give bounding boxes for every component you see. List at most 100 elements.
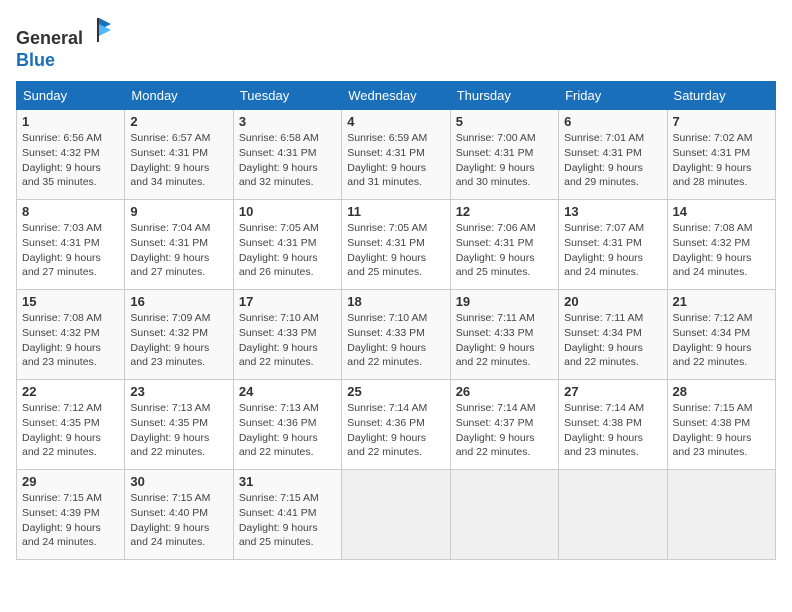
calendar-cell: 28 Sunrise: 7:15 AMSunset: 4:38 PMDayligh… (667, 380, 775, 470)
calendar-cell: 17 Sunrise: 7:10 AMSunset: 4:33 PMDayligh… (233, 290, 341, 380)
day-info: Sunrise: 7:01 AMSunset: 4:31 PMDaylight:… (564, 131, 661, 190)
day-info: Sunrise: 7:06 AMSunset: 4:31 PMDaylight:… (456, 221, 553, 280)
day-number: 12 (456, 204, 553, 219)
day-number: 25 (347, 384, 444, 399)
day-number: 4 (347, 114, 444, 129)
day-info: Sunrise: 7:13 AMSunset: 4:36 PMDaylight:… (239, 401, 336, 460)
day-info: Sunrise: 7:15 AMSunset: 4:38 PMDaylight:… (673, 401, 770, 460)
calendar-cell: 31 Sunrise: 7:15 AMSunset: 4:41 PMDayligh… (233, 470, 341, 560)
day-number: 31 (239, 474, 336, 489)
day-number: 2 (130, 114, 227, 129)
logo-general: General (16, 28, 83, 48)
calendar-cell: 15 Sunrise: 7:08 AMSunset: 4:32 PMDayligh… (17, 290, 125, 380)
calendar-cell: 22Sunrise: 7:12 AMSunset: 4:35 PMDayligh… (17, 380, 125, 470)
day-of-week-header: Friday (559, 82, 667, 110)
day-info: Sunrise: 7:13 AMSunset: 4:35 PMDaylight:… (130, 401, 227, 460)
calendar-cell: 21 Sunrise: 7:12 AMSunset: 4:34 PMDayligh… (667, 290, 775, 380)
day-info: Sunrise: 7:15 AMSunset: 4:39 PMDaylight:… (22, 491, 119, 550)
day-of-week-header: Wednesday (342, 82, 450, 110)
day-number: 1 (22, 114, 119, 129)
day-number: 17 (239, 294, 336, 309)
day-number: 14 (673, 204, 770, 219)
day-number: 22 (22, 384, 119, 399)
calendar-cell: 29Sunrise: 7:15 AMSunset: 4:39 PMDayligh… (17, 470, 125, 560)
day-number: 3 (239, 114, 336, 129)
day-info: Sunrise: 6:57 AMSunset: 4:31 PMDaylight:… (130, 131, 227, 190)
day-number: 6 (564, 114, 661, 129)
day-of-week-header: Saturday (667, 82, 775, 110)
calendar-table: SundayMondayTuesdayWednesdayThursdayFrid… (16, 81, 776, 560)
day-info: Sunrise: 7:12 AMSunset: 4:34 PMDaylight:… (673, 311, 770, 370)
calendar-cell: 23Sunrise: 7:13 AMSunset: 4:35 PMDayligh… (125, 380, 233, 470)
day-number: 7 (673, 114, 770, 129)
calendar-cell: 7 Sunrise: 7:02 AMSunset: 4:31 PMDaylight… (667, 110, 775, 200)
calendar-cell: 30 Sunrise: 7:15 AMSunset: 4:40 PMDayligh… (125, 470, 233, 560)
day-info: Sunrise: 7:14 AMSunset: 4:37 PMDaylight:… (456, 401, 553, 460)
day-info: Sunrise: 7:00 AMSunset: 4:31 PMDaylight:… (456, 131, 553, 190)
day-of-week-header: Monday (125, 82, 233, 110)
day-number: 27 (564, 384, 661, 399)
calendar-cell: 13 Sunrise: 7:07 AMSunset: 4:31 PMDayligh… (559, 200, 667, 290)
calendar-cell: 27 Sunrise: 7:14 AMSunset: 4:38 PMDayligh… (559, 380, 667, 470)
day-number: 15 (22, 294, 119, 309)
calendar-cell (667, 470, 775, 560)
day-info: Sunrise: 7:11 AMSunset: 4:34 PMDaylight:… (564, 311, 661, 370)
calendar-cell: 14 Sunrise: 7:08 AMSunset: 4:32 PMDayligh… (667, 200, 775, 290)
day-info: Sunrise: 7:08 AMSunset: 4:32 PMDaylight:… (673, 221, 770, 280)
day-info: Sunrise: 7:10 AMSunset: 4:33 PMDaylight:… (239, 311, 336, 370)
logo-flag-icon (85, 16, 113, 44)
day-number: 8 (22, 204, 119, 219)
day-number: 21 (673, 294, 770, 309)
day-info: Sunrise: 7:09 AMSunset: 4:32 PMDaylight:… (130, 311, 227, 370)
calendar-week-row: 1 Sunrise: 6:56 AMSunset: 4:32 PMDaylight… (17, 110, 776, 200)
day-number: 24 (239, 384, 336, 399)
calendar-cell: 26 Sunrise: 7:14 AMSunset: 4:37 PMDayligh… (450, 380, 558, 470)
day-info: Sunrise: 7:14 AMSunset: 4:36 PMDaylight:… (347, 401, 444, 460)
calendar-cell: 20Sunrise: 7:11 AMSunset: 4:34 PMDayligh… (559, 290, 667, 380)
day-info: Sunrise: 7:15 AMSunset: 4:40 PMDaylight:… (130, 491, 227, 550)
day-info: Sunrise: 7:11 AMSunset: 4:33 PMDaylight:… (456, 311, 553, 370)
day-info: Sunrise: 7:02 AMSunset: 4:31 PMDaylight:… (673, 131, 770, 190)
day-number: 13 (564, 204, 661, 219)
day-of-week-header: Thursday (450, 82, 558, 110)
day-info: Sunrise: 7:15 AMSunset: 4:41 PMDaylight:… (239, 491, 336, 550)
day-info: Sunrise: 6:59 AMSunset: 4:31 PMDaylight:… (347, 131, 444, 190)
calendar-cell: 16 Sunrise: 7:09 AMSunset: 4:32 PMDayligh… (125, 290, 233, 380)
calendar-cell: 12 Sunrise: 7:06 AMSunset: 4:31 PMDayligh… (450, 200, 558, 290)
day-info: Sunrise: 6:56 AMSunset: 4:32 PMDaylight:… (22, 131, 119, 190)
calendar-cell: 11 Sunrise: 7:05 AMSunset: 4:31 PMDayligh… (342, 200, 450, 290)
logo-blue: Blue (16, 50, 55, 70)
day-number: 11 (347, 204, 444, 219)
day-number: 18 (347, 294, 444, 309)
day-info: Sunrise: 7:03 AMSunset: 4:31 PMDaylight:… (22, 221, 119, 280)
day-number: 10 (239, 204, 336, 219)
calendar-cell (342, 470, 450, 560)
day-number: 16 (130, 294, 227, 309)
day-info: Sunrise: 7:05 AMSunset: 4:31 PMDaylight:… (239, 221, 336, 280)
calendar-cell: 3 Sunrise: 6:58 AMSunset: 4:31 PMDaylight… (233, 110, 341, 200)
page-header: General Blue (16, 16, 776, 71)
calendar-week-row: 29Sunrise: 7:15 AMSunset: 4:39 PMDayligh… (17, 470, 776, 560)
calendar-week-row: 22Sunrise: 7:12 AMSunset: 4:35 PMDayligh… (17, 380, 776, 470)
calendar-cell: 5 Sunrise: 7:00 AMSunset: 4:31 PMDaylight… (450, 110, 558, 200)
calendar-cell: 19 Sunrise: 7:11 AMSunset: 4:33 PMDayligh… (450, 290, 558, 380)
day-info: Sunrise: 7:05 AMSunset: 4:31 PMDaylight:… (347, 221, 444, 280)
calendar-cell: 4 Sunrise: 6:59 AMSunset: 4:31 PMDaylight… (342, 110, 450, 200)
calendar-cell: 24 Sunrise: 7:13 AMSunset: 4:36 PMDayligh… (233, 380, 341, 470)
logo: General Blue (16, 16, 113, 71)
calendar-cell: 2 Sunrise: 6:57 AMSunset: 4:31 PMDaylight… (125, 110, 233, 200)
day-info: Sunrise: 7:14 AMSunset: 4:38 PMDaylight:… (564, 401, 661, 460)
day-number: 5 (456, 114, 553, 129)
day-info: Sunrise: 7:04 AMSunset: 4:31 PMDaylight:… (130, 221, 227, 280)
calendar-cell: 25 Sunrise: 7:14 AMSunset: 4:36 PMDayligh… (342, 380, 450, 470)
day-number: 28 (673, 384, 770, 399)
calendar-cell: 10 Sunrise: 7:05 AMSunset: 4:31 PMDayligh… (233, 200, 341, 290)
day-of-week-header: Sunday (17, 82, 125, 110)
day-info: Sunrise: 6:58 AMSunset: 4:31 PMDaylight:… (239, 131, 336, 190)
day-info: Sunrise: 7:08 AMSunset: 4:32 PMDaylight:… (22, 311, 119, 370)
day-number: 30 (130, 474, 227, 489)
day-number: 26 (456, 384, 553, 399)
day-number: 19 (456, 294, 553, 309)
day-info: Sunrise: 7:07 AMSunset: 4:31 PMDaylight:… (564, 221, 661, 280)
calendar-cell: 9Sunrise: 7:04 AMSunset: 4:31 PMDaylight… (125, 200, 233, 290)
